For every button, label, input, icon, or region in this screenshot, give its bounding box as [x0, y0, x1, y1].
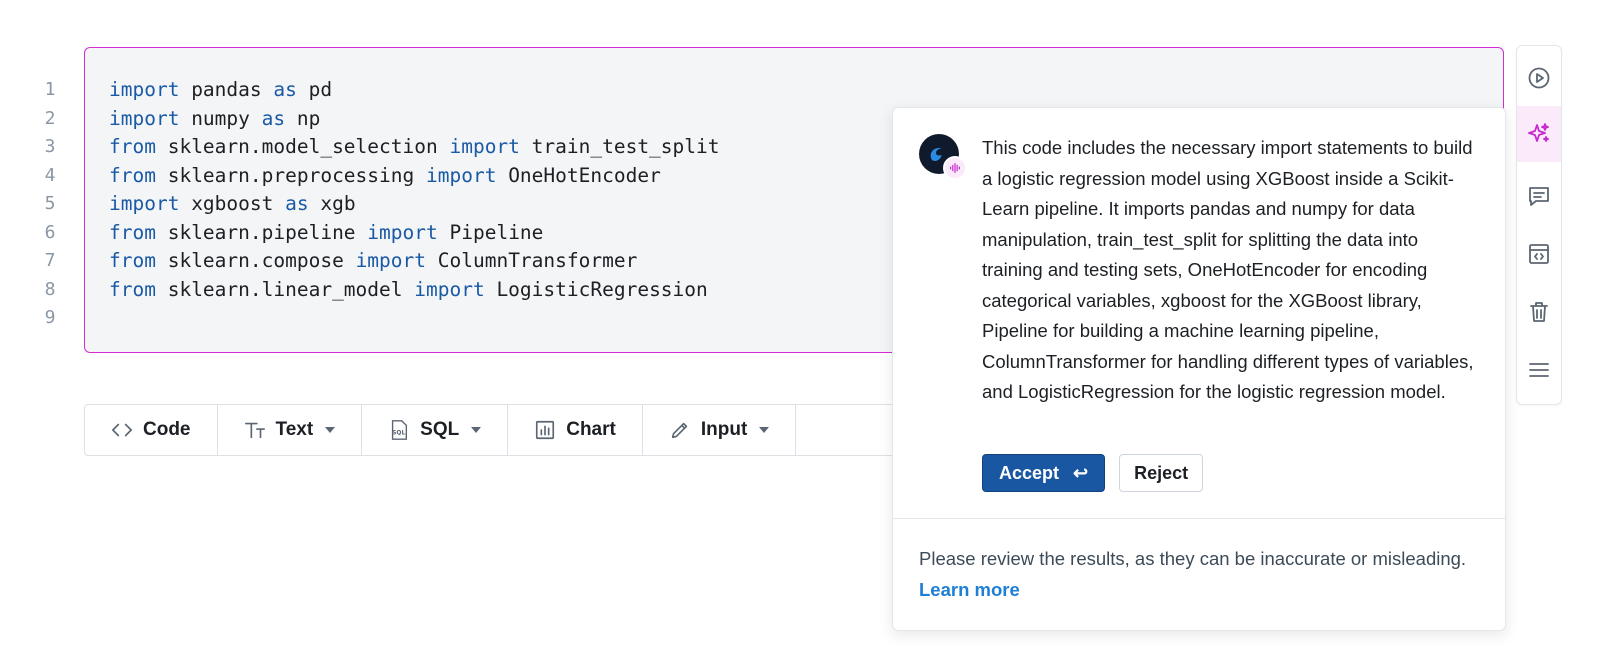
code-line: import numpy as np — [109, 105, 720, 134]
cell-side-toolbar — [1516, 45, 1562, 405]
code-keyword: import — [449, 135, 520, 158]
code-keyword: as — [261, 106, 286, 130]
embed-code-button[interactable] — [1517, 226, 1561, 282]
code-embed-icon — [1529, 244, 1549, 264]
ai-disclaimer: Please review the results, as they can b… — [919, 544, 1479, 605]
line-number: 7 — [44, 250, 56, 271]
enter-key-icon: ↩ — [1073, 462, 1089, 483]
line-number: 9 — [44, 307, 56, 328]
pencil-icon — [671, 422, 688, 439]
line-number: 2 — [44, 107, 56, 129]
code-line: from sklearn.model_selection import trai… — [109, 133, 720, 162]
code-token: Pipeline — [437, 220, 544, 244]
code-line: from sklearn.compose import ColumnTransf… — [109, 247, 720, 276]
voice-waveform-icon — [943, 156, 967, 180]
add-text-cell-button[interactable]: Text — [218, 405, 363, 455]
delete-cell-button[interactable] — [1517, 284, 1561, 340]
code-token: OneHotEncoder — [496, 163, 661, 187]
code-keyword: import — [355, 249, 427, 272]
code-keyword: import — [109, 106, 180, 130]
code-token: xgboost — [179, 192, 286, 215]
code-line: from sklearn.pipeline import Pipeline — [109, 219, 720, 248]
bar-chart-icon — [536, 420, 555, 440]
code-token: sklearn.model_selection — [155, 135, 450, 158]
add-chart-cell-button[interactable]: Chart — [508, 405, 643, 455]
line-number-gutter: 1 2 3 4 5 6 7 8 9 — [30, 76, 70, 333]
comment-icon — [1529, 187, 1549, 206]
add-chart-label: Chart — [566, 419, 616, 440]
code-line: from sklearn.linear_model import Logisti… — [109, 276, 720, 305]
code-keyword: from — [109, 249, 156, 272]
ai-action-buttons: Accept ↩ Reject — [982, 454, 1204, 492]
code-keyword: as — [285, 192, 309, 215]
line-number: 1 — [44, 79, 56, 100]
code-token: pandas — [179, 78, 274, 101]
code-keyword: import — [367, 220, 438, 244]
play-icon — [1528, 67, 1550, 89]
ai-explanation-text: This code includes the necessary import … — [982, 137, 1474, 402]
code-token: numpy — [179, 106, 262, 130]
code-line: import pandas as pd — [109, 76, 720, 105]
code-token: sklearn.linear_model — [155, 277, 415, 301]
ai-assistant-avatar — [919, 134, 967, 180]
run-cell-button[interactable] — [1517, 50, 1561, 106]
learn-more-link[interactable]: Learn more — [919, 579, 1020, 600]
more-menu-button[interactable] — [1517, 342, 1561, 398]
code-line: from sklearn.preprocessing import OneHot… — [109, 162, 720, 191]
code-keyword: import — [109, 192, 180, 215]
line-number: 5 — [44, 193, 56, 214]
code-token: sklearn.preprocessing — [155, 163, 426, 187]
comment-button[interactable] — [1517, 168, 1561, 224]
divider — [893, 518, 1505, 519]
code-token: sklearn.pipeline — [155, 220, 368, 244]
disclaimer-text: Please review the results, as they can b… — [919, 548, 1467, 569]
code-keyword: from — [109, 135, 156, 158]
ai-assist-button[interactable] — [1517, 106, 1561, 162]
add-code-label: Code — [143, 419, 191, 440]
line-number: 3 — [44, 136, 56, 157]
code-token: xgb — [308, 192, 356, 215]
code-token: train_test_split — [519, 135, 720, 158]
code-lines: import pandas as pd import numpy as np fro… — [109, 76, 720, 333]
svg-text:SQL: SQL — [392, 430, 405, 437]
add-code-cell-button[interactable]: Code — [85, 405, 218, 455]
add-input-cell-button[interactable]: Input — [643, 405, 797, 455]
code-token: pd — [296, 78, 333, 101]
code-keyword: as — [273, 78, 297, 101]
reject-button[interactable]: Reject — [1119, 454, 1204, 492]
chevron-down-icon — [325, 427, 336, 433]
code-token: ColumnTransformer — [426, 249, 638, 272]
chevron-down-icon — [759, 427, 770, 433]
add-cell-bar: Code Text SQL SQL Chart Input — [84, 404, 904, 456]
ai-sparkle-icon — [1528, 123, 1549, 142]
code-keyword: import — [414, 277, 485, 301]
code-keyword: from — [109, 220, 156, 244]
code-keyword: from — [109, 163, 156, 187]
line-number: 8 — [44, 278, 56, 300]
chevron-down-icon — [471, 427, 482, 433]
line-number: 6 — [44, 221, 56, 243]
sql-icon: SQL — [392, 420, 408, 440]
code-keyword: from — [109, 277, 156, 301]
code-token: LogisticRegression — [484, 277, 708, 301]
code-brackets-icon — [112, 423, 132, 437]
line-number: 4 — [44, 164, 56, 186]
add-sql-cell-button[interactable]: SQL SQL — [362, 405, 509, 455]
trash-icon — [1530, 302, 1548, 322]
code-keyword: import — [426, 163, 497, 187]
code-keyword: import — [109, 78, 180, 101]
add-sql-label: SQL — [420, 419, 460, 440]
ai-explanation-popover: This code includes the necessary import … — [892, 107, 1506, 631]
code-token: np — [285, 106, 321, 130]
text-type-icon — [244, 422, 265, 439]
menu-icon — [1529, 363, 1549, 377]
add-text-label: Text — [275, 419, 314, 440]
code-line: import xgboost as xgb — [109, 190, 720, 219]
accept-label: Accept — [999, 462, 1060, 483]
code-token: sklearn.compose — [155, 249, 356, 272]
accept-button[interactable]: Accept ↩ — [982, 454, 1106, 492]
add-input-label: Input — [700, 419, 748, 440]
